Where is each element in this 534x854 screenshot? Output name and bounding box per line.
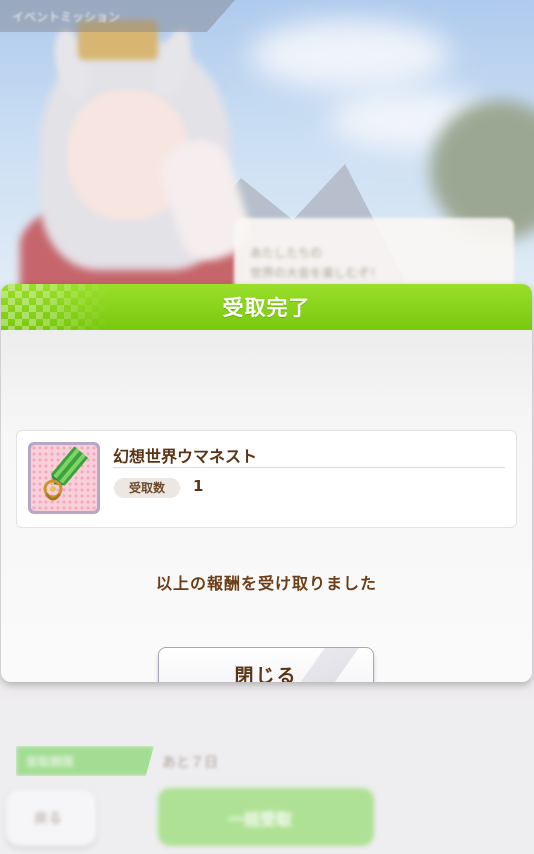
reward-item-card: 幻想世界ウマネスト 受取数 1 <box>16 430 517 528</box>
medal-icon <box>31 445 97 511</box>
result-message: 以上の報酬を受け取りました <box>155 574 377 593</box>
close-button-label: 閉じる <box>234 665 298 682</box>
dialog-header: 受取完了 <box>1 284 532 330</box>
quantity-label: 受取数 <box>114 478 180 498</box>
dialog-title: 受取完了 <box>222 296 311 320</box>
item-icon-frame <box>28 442 100 514</box>
item-name: 幻想世界ウマネスト <box>113 447 258 466</box>
item-divider <box>113 467 505 468</box>
receive-complete-dialog: 受取完了 幻想世界ウマネスト 受取数 1 以上の報酬を受け取りました 閉じる <box>1 284 532 682</box>
quantity-value: 1 <box>193 477 204 495</box>
dialog-body: 幻想世界ウマネスト 受取数 1 以上の報酬を受け取りました 閉じる <box>1 330 532 682</box>
close-button[interactable]: 閉じる <box>158 647 374 682</box>
